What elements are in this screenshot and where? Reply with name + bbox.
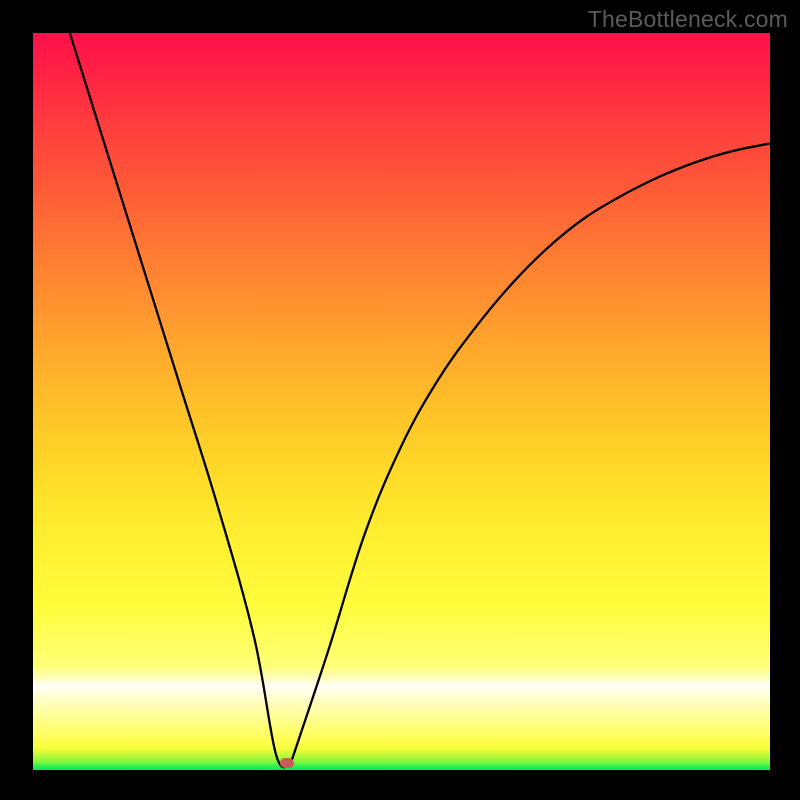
chart-frame: TheBottleneck.com (0, 0, 800, 800)
bottleneck-curve (33, 33, 770, 770)
plot-area (33, 33, 770, 770)
optimal-marker (280, 758, 294, 768)
watermark-text: TheBottleneck.com (588, 6, 788, 33)
